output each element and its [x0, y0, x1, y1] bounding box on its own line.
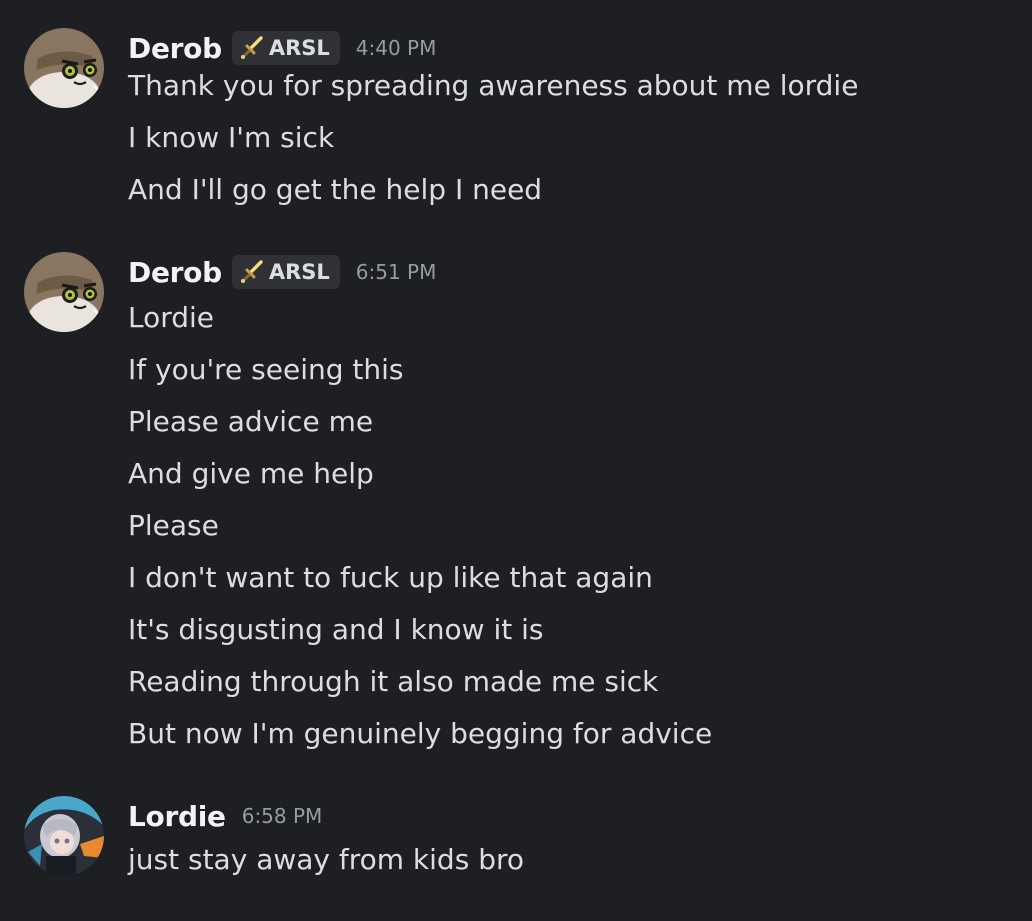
message-line[interactable]: If you're seeing this	[128, 344, 712, 396]
avatar[interactable]	[24, 28, 104, 108]
server-tag[interactable]: ARSL	[231, 255, 340, 289]
sword-icon	[240, 36, 263, 59]
message-line[interactable]: Please advice me	[128, 396, 712, 448]
username[interactable]: Lordie	[128, 800, 226, 833]
sword-icon	[240, 260, 263, 283]
message-body: just stay away from kids bro	[128, 834, 524, 886]
timestamp[interactable]: 6:58 PM	[242, 804, 323, 828]
message-line[interactable]: Thank you for spreading awareness about …	[128, 60, 858, 112]
message-line[interactable]: And I'll go get the help I need	[128, 164, 858, 216]
message-line[interactable]: But now I'm genuinely begging for advice	[128, 708, 712, 760]
server-tag-label: ARSL	[268, 260, 330, 284]
message-line[interactable]: I don't want to fuck up like that again	[128, 552, 712, 604]
message-line[interactable]: It's disgusting and I know it is	[128, 604, 712, 656]
anime-character-avatar-icon	[24, 796, 104, 876]
message-header: Lordie 6:58 PM	[128, 796, 322, 836]
chat-message-list: Derob ARSL 4:40 PM Thank you for spreadi…	[0, 0, 1032, 921]
message-body: Thank you for spreading awareness about …	[128, 60, 858, 216]
server-tag-label: ARSL	[268, 36, 330, 60]
avatar[interactable]	[24, 252, 104, 332]
timestamp[interactable]: 6:51 PM	[356, 260, 437, 284]
owl-avatar-icon	[24, 252, 104, 332]
owl-avatar-icon	[24, 28, 104, 108]
message-body: Lordie If you're seeing this Please advi…	[128, 292, 712, 760]
message-line[interactable]: Reading through it also made me sick	[128, 656, 712, 708]
message-header: Derob ARSL 6:51 PM	[128, 252, 436, 292]
avatar[interactable]	[24, 796, 104, 876]
message-line[interactable]: Please	[128, 500, 712, 552]
message-line[interactable]: Lordie	[128, 292, 712, 344]
username[interactable]: Derob	[128, 256, 222, 289]
message-line[interactable]: I know I'm sick	[128, 112, 858, 164]
timestamp[interactable]: 4:40 PM	[356, 36, 437, 60]
message-line[interactable]: just stay away from kids bro	[128, 834, 524, 886]
message-line[interactable]: And give me help	[128, 448, 712, 500]
